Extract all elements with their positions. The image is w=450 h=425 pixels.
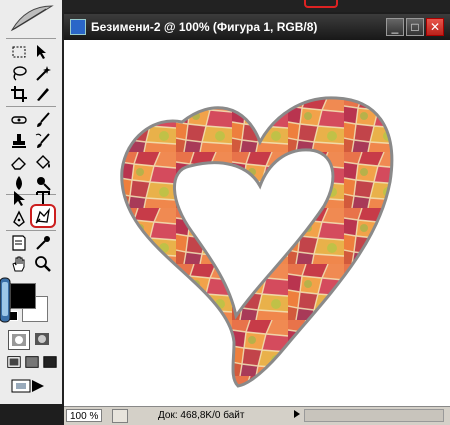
jump-to-imageready-icon[interactable] <box>10 376 50 396</box>
highlight-fragment <box>304 0 338 8</box>
hand-icon[interactable] <box>8 254 30 274</box>
screen-mode-full-icon[interactable] <box>42 354 58 370</box>
hand-cursor-icon <box>0 277 11 323</box>
zoom-level-field[interactable]: 100 % <box>66 409 102 422</box>
paint-bucket-icon[interactable] <box>32 152 54 172</box>
toolbox-divider <box>6 38 56 39</box>
toolbox-panel <box>0 0 64 404</box>
eyedropper-icon[interactable] <box>32 233 54 253</box>
status-bar: 100 % Док: 468,8K/0 байт <box>64 406 450 425</box>
screen-mode-menubar-icon[interactable] <box>24 354 40 370</box>
foreground-color-swatch[interactable] <box>10 283 36 309</box>
healing-brush-icon[interactable] <box>8 110 30 130</box>
photoshop-document-icon <box>70 19 86 35</box>
minimize-button[interactable]: _ <box>386 18 404 36</box>
screen-mode-standard-icon[interactable] <box>6 354 22 370</box>
zoom-icon[interactable] <box>32 254 54 274</box>
document-window: Безимени-2 @ 100% (Фигура 1, RGB/8) _ □ … <box>64 14 450 425</box>
history-brush-icon[interactable] <box>32 131 54 151</box>
standard-mode-icon[interactable] <box>8 330 30 350</box>
notes-icon[interactable] <box>8 233 30 253</box>
maximize-button[interactable]: □ <box>406 18 424 36</box>
lasso-icon[interactable] <box>8 63 30 83</box>
magic-wand-icon[interactable] <box>32 63 54 83</box>
document-canvas[interactable] <box>64 40 450 406</box>
crop-icon[interactable] <box>8 84 30 104</box>
quick-mask-mode-icon[interactable] <box>32 330 52 348</box>
rectangular-marquee-icon[interactable] <box>8 42 30 62</box>
toolbox-divider <box>6 106 56 107</box>
top-strip <box>0 0 450 12</box>
horizontal-scrollbar[interactable] <box>304 409 444 422</box>
feather-logo-icon <box>10 5 54 32</box>
slice-icon[interactable] <box>32 84 54 104</box>
brush-icon[interactable] <box>32 110 54 130</box>
toolbox-divider <box>6 230 56 231</box>
clone-stamp-icon[interactable] <box>8 131 30 151</box>
type-icon[interactable] <box>32 188 54 208</box>
document-info: Док: 468,8K/0 байт <box>158 410 245 421</box>
eraser-icon[interactable] <box>8 152 30 172</box>
mosaic-heart-shape <box>120 96 394 388</box>
document-title: Безимени-2 @ 100% (Фигура 1, RGB/8) <box>91 20 318 34</box>
pen-icon[interactable] <box>8 209 30 229</box>
close-button[interactable]: ✕ <box>426 18 444 36</box>
document-titlebar[interactable]: Безимени-2 @ 100% (Фигура 1, RGB/8) _ □ … <box>64 14 450 40</box>
navigator-icon[interactable] <box>112 409 128 423</box>
custom-shape-icon[interactable] <box>30 204 56 228</box>
move-icon[interactable] <box>32 42 54 62</box>
path-selection-icon[interactable] <box>8 188 30 208</box>
status-menu-arrow-icon[interactable] <box>294 410 300 418</box>
